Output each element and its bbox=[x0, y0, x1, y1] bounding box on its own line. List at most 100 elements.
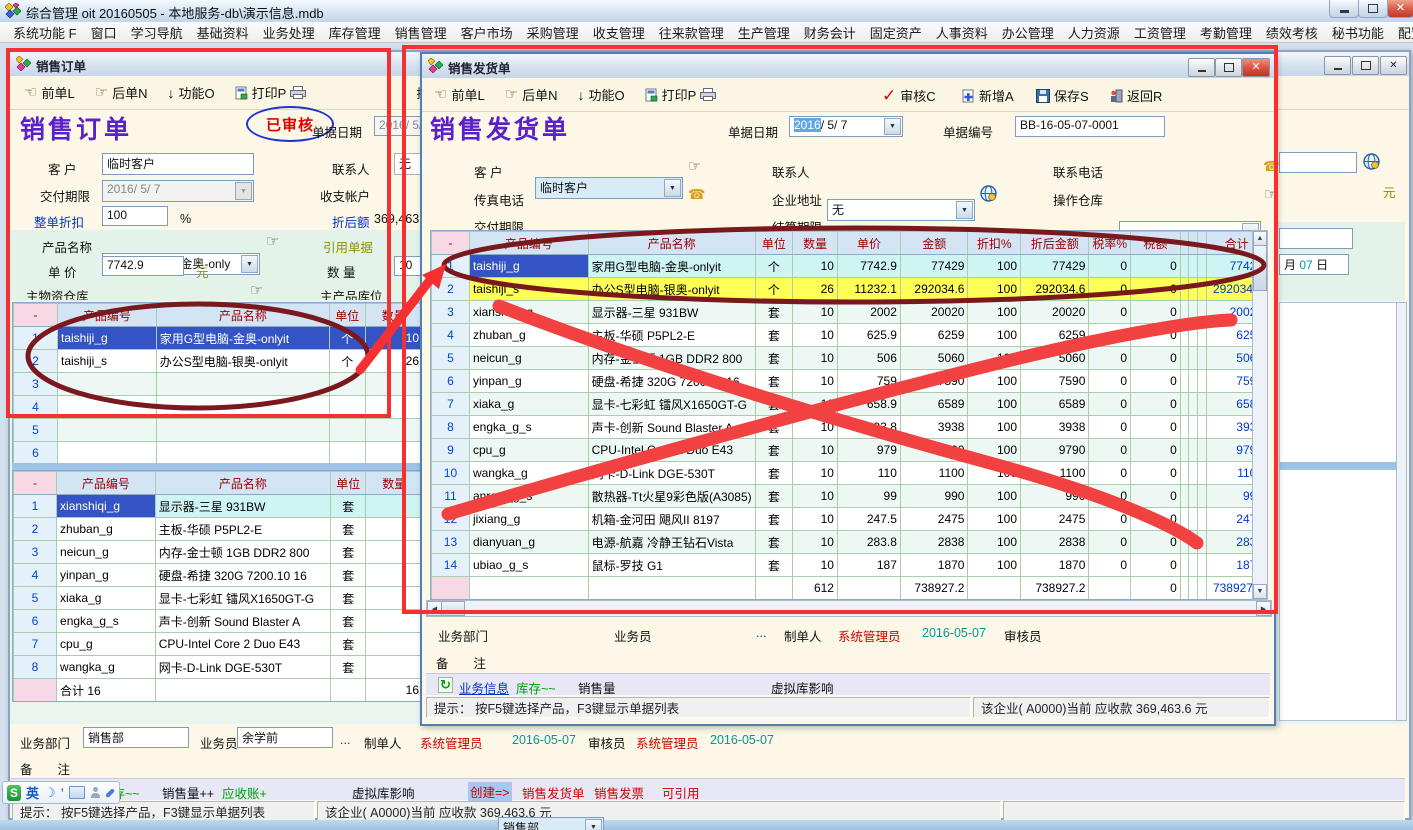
table-cell[interactable]: 0 bbox=[1089, 278, 1131, 301]
table-cell[interactable]: 10 bbox=[432, 462, 470, 485]
table-cell[interactable]: 10 bbox=[793, 347, 838, 370]
table-cell[interactable]: 网卡-D-Link DGE-530T bbox=[588, 462, 755, 485]
table-cell[interactable]: zhuban_g bbox=[57, 518, 156, 541]
table-cell[interactable]: 11 bbox=[432, 485, 470, 508]
table-cell[interactable]: 套 bbox=[755, 462, 793, 485]
doc-number-field[interactable]: BB-16-05-07-0001 bbox=[1015, 116, 1165, 137]
table-cell[interactable]: 3 bbox=[14, 541, 57, 564]
table-cell[interactable]: 10 bbox=[793, 324, 838, 347]
table-cell[interactable]: 14 bbox=[432, 554, 470, 577]
table-cell[interactable]: 1 bbox=[432, 255, 470, 278]
table-cell[interactable]: 100 bbox=[968, 439, 1021, 462]
table-cell[interactable]: 2475 bbox=[900, 508, 968, 531]
table-cell[interactable] bbox=[1180, 301, 1189, 324]
menu-item[interactable]: 收支管理 bbox=[586, 22, 652, 43]
table-cell[interactable]: 100 bbox=[968, 462, 1021, 485]
picker-hand-icon[interactable]: ☞ bbox=[250, 283, 263, 298]
table-cell[interactable]: 7 bbox=[432, 393, 470, 416]
table-cell[interactable]: 0 bbox=[1089, 347, 1131, 370]
table-cell[interactable]: 10 bbox=[365, 327, 422, 350]
table-cell[interactable] bbox=[1180, 462, 1189, 485]
table-cell[interactable]: 247.5 bbox=[837, 508, 900, 531]
delivery-table-vscrollbar[interactable]: ▲ ▼ bbox=[1252, 230, 1268, 600]
dropdown-icon[interactable]: ▼ bbox=[241, 255, 258, 273]
globe-icon[interactable] bbox=[1363, 153, 1380, 170]
table-cell[interactable]: taishiji_g bbox=[469, 255, 588, 278]
table-cell[interactable]: xianshiqi_g bbox=[469, 301, 588, 324]
table-cell[interactable]: 10 bbox=[793, 439, 838, 462]
customer-field[interactable]: 临时客户 bbox=[102, 153, 254, 175]
table-cell[interactable]: 9 bbox=[432, 439, 470, 462]
table-cell[interactable]: 套 bbox=[755, 508, 793, 531]
table-cell[interactable]: 套 bbox=[755, 324, 793, 347]
table-cell[interactable]: 0 bbox=[1131, 347, 1181, 370]
table-cell[interactable]: 100 bbox=[968, 324, 1021, 347]
table-cell[interactable]: 显示器-三星 931BW bbox=[155, 495, 330, 518]
business-info-link[interactable]: 业务信息 bbox=[459, 678, 509, 697]
table-cell[interactable] bbox=[1198, 485, 1207, 508]
table-cell[interactable]: 套 bbox=[755, 554, 793, 577]
table-cell[interactable]: 0 bbox=[1089, 508, 1131, 531]
table-cell[interactable] bbox=[1189, 347, 1198, 370]
create-delivery-link[interactable]: 销售发货单 bbox=[522, 783, 585, 802]
table-cell[interactable] bbox=[1198, 347, 1207, 370]
order-minimize-button[interactable] bbox=[1324, 56, 1351, 75]
table-cell[interactable]: 0 bbox=[1089, 393, 1131, 416]
table-cell[interactable] bbox=[588, 577, 755, 600]
delivery-window-titlebar[interactable]: 销售发货单 ✕ bbox=[422, 54, 1274, 79]
functions-button[interactable]: ↓功能O bbox=[168, 83, 215, 102]
table-cell[interactable]: 套 bbox=[755, 531, 793, 554]
picker-hand-icon[interactable]: ☞ bbox=[688, 159, 701, 174]
app-minimize-button[interactable] bbox=[1329, 0, 1359, 18]
order-restore-button[interactable] bbox=[1352, 56, 1379, 75]
menu-item[interactable]: 固定资产 bbox=[863, 22, 929, 43]
table-cell[interactable]: 1100 bbox=[900, 462, 968, 485]
input-method-bar[interactable]: S 英 ☽ ’ bbox=[2, 781, 120, 804]
table-cell[interactable]: 20020 bbox=[1021, 301, 1089, 324]
table-cell[interactable]: 个 bbox=[330, 327, 366, 350]
table-cell[interactable]: dianyuan_g bbox=[469, 531, 588, 554]
table-cell[interactable]: 0 bbox=[1131, 531, 1181, 554]
table-cell[interactable]: 声卡-创新 Sound Blaster A bbox=[155, 610, 330, 633]
menu-item[interactable]: 采购管理 bbox=[520, 22, 586, 43]
selected-year[interactable]: 2016 bbox=[794, 118, 821, 132]
table-cell[interactable]: engka_g_s bbox=[57, 610, 156, 633]
table-cell[interactable] bbox=[1198, 416, 1207, 439]
table-cell[interactable] bbox=[1198, 554, 1207, 577]
table-cell[interactable]: 187 bbox=[837, 554, 900, 577]
menu-item[interactable]: 基础资料 bbox=[190, 22, 256, 43]
delivery-close-button[interactable]: ✕ bbox=[1242, 58, 1270, 77]
discount-label[interactable]: 整单折扣 bbox=[34, 212, 84, 231]
more-button[interactable]: ... bbox=[340, 733, 350, 747]
table-cell[interactable]: 10 bbox=[793, 370, 838, 393]
table-cell[interactable]: 10 bbox=[793, 485, 838, 508]
table-cell[interactable]: 4 bbox=[432, 324, 470, 347]
table-cell[interactable]: 1 bbox=[14, 495, 57, 518]
table-cell[interactable]: 2838 bbox=[900, 531, 968, 554]
table-cell[interactable] bbox=[1189, 301, 1198, 324]
table-cell[interactable]: 办公S型电脑-银奥-onlyit bbox=[156, 350, 329, 373]
table-cell[interactable]: 3 bbox=[14, 373, 58, 396]
print-button[interactable]: 打印P bbox=[235, 83, 307, 102]
table-cell[interactable]: 6589 bbox=[1021, 393, 1089, 416]
stock-link[interactable]: 库存~~ bbox=[516, 678, 556, 697]
table-cell[interactable]: 套 bbox=[755, 301, 793, 324]
table-cell[interactable] bbox=[1189, 393, 1198, 416]
table-cell[interactable]: 7590 bbox=[900, 370, 968, 393]
table-cell[interactable] bbox=[1180, 508, 1189, 531]
ime-keyboard-icon[interactable] bbox=[69, 786, 85, 799]
menu-item[interactable]: 财务会计 bbox=[797, 22, 863, 43]
table-cell[interactable]: 10 bbox=[793, 508, 838, 531]
table-cell[interactable] bbox=[1180, 531, 1189, 554]
table-cell[interactable]: 100 bbox=[968, 301, 1021, 324]
table-cell[interactable]: 0 bbox=[1131, 255, 1181, 278]
table-cell[interactable]: 套 bbox=[755, 439, 793, 462]
table-cell[interactable]: 0 bbox=[1089, 324, 1131, 347]
table-cell[interactable] bbox=[1198, 324, 1207, 347]
more-button[interactable]: ... bbox=[756, 626, 766, 640]
table-cell[interactable]: ubiao_g_s bbox=[469, 554, 588, 577]
sales-qty-link[interactable]: 销售量++ bbox=[162, 783, 214, 802]
table-cell[interactable] bbox=[366, 610, 423, 633]
table-cell[interactable]: cpu_g bbox=[57, 633, 156, 656]
globe-icon[interactable] bbox=[980, 185, 997, 202]
